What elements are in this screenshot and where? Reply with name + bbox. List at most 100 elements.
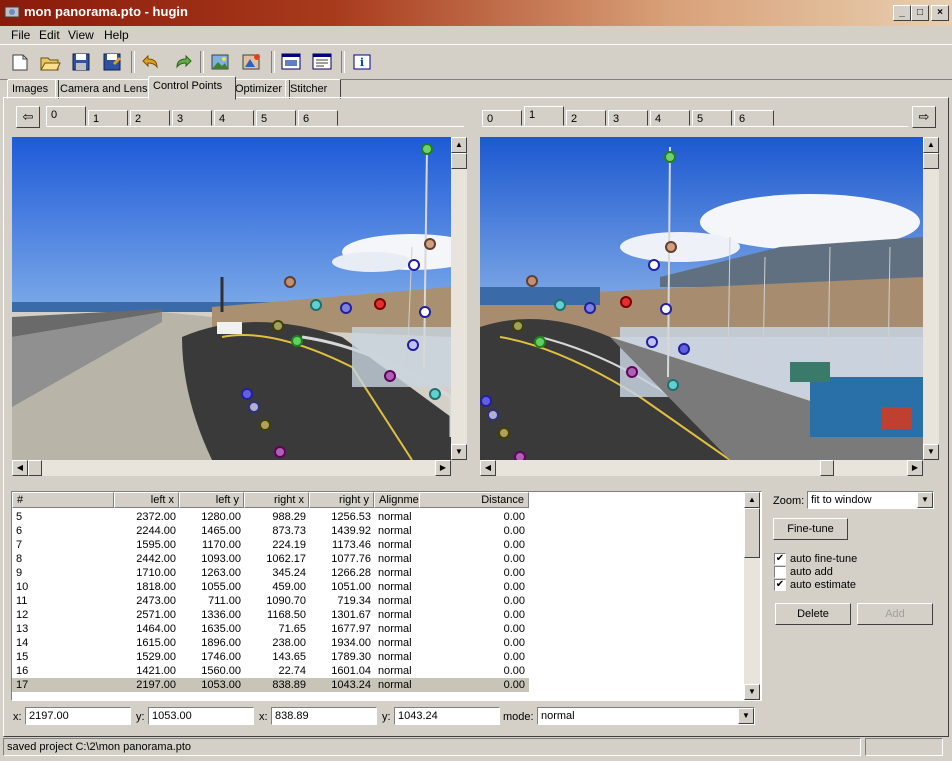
tab-images[interactable]: Images [7,79,59,99]
control-point-marker[interactable] [660,303,672,315]
left-image-tab-2[interactable]: 2 [130,110,170,126]
scrollbar-thumb[interactable] [744,508,760,558]
undo-icon[interactable] [141,51,163,73]
chevron-down-icon[interactable]: ▼ [738,708,754,724]
save-icon[interactable] [70,51,92,73]
fine-tune-button[interactable]: Fine-tune [773,518,848,540]
right-image-vertical-scrollbar[interactable]: ▲ ▼ [923,137,939,460]
column-header-left-y[interactable]: left y [179,492,244,508]
left-image-tab-3[interactable]: 3 [172,110,212,126]
scrollbar-thumb[interactable] [28,460,42,476]
control-point-marker[interactable] [340,302,352,314]
table-row[interactable]: 5 2372.00 1280.00 988.29 1256.53 normal 0.00 [12,510,529,524]
left-x-field[interactable]: 2197.00 [25,707,131,725]
scroll-right-icon[interactable]: ▶ [907,460,923,476]
scrollbar-thumb[interactable] [923,153,939,169]
control-point-marker[interactable] [429,388,441,400]
table-row[interactable]: 14 1615.00 1896.00 238.00 1934.00 normal 0.00 [12,636,529,650]
control-point-marker[interactable] [374,298,386,310]
control-point-marker[interactable] [241,388,253,400]
table-row[interactable]: 15 1529.00 1746.00 143.65 1789.30 normal 0.00 [12,650,529,664]
mode-select[interactable]: normal [537,707,755,725]
scroll-up-icon[interactable]: ▲ [451,137,467,153]
table-vertical-scrollbar[interactable]: ▲ ▼ [744,492,760,700]
tab-optimizer[interactable]: Optimizer [230,79,290,99]
right-x-field[interactable]: 838.89 [271,707,377,725]
minimize-button[interactable]: _ [893,5,911,21]
control-point-marker[interactable] [487,409,499,421]
scrollbar-thumb[interactable] [451,153,467,169]
table-row[interactable]: 10 1818.00 1055.00 459.00 1051.00 normal 0.00 [12,580,529,594]
redo-icon[interactable] [171,51,193,73]
control-point-marker[interactable] [664,151,676,163]
table-row[interactable]: 8 2442.00 1093.00 1062.17 1077.76 normal 0.00 [12,552,529,566]
auto-estimate-checkbox[interactable]: ✔ [774,579,786,591]
table-row[interactable]: 17 2197.00 1053.00 838.89 1043.24 normal 0.00 [12,678,529,692]
left-image-tab-6[interactable]: 6 [298,110,338,126]
close-button[interactable]: × [931,5,949,21]
table-row[interactable]: 9 1710.00 1263.00 345.24 1266.28 normal 0.00 [12,566,529,580]
control-point-marker[interactable] [584,302,596,314]
right-image-tab-5[interactable]: 5 [692,110,732,126]
tab-stitcher[interactable]: Stitcher [285,79,341,99]
table-row[interactable]: 7 1595.00 1170.00 224.19 1173.46 normal 0.00 [12,538,529,552]
properties-icon[interactable] [311,51,333,73]
control-point-marker[interactable] [274,446,286,458]
table-row[interactable]: 6 2244.00 1465.00 873.73 1439.92 normal 0.00 [12,524,529,538]
menu-file[interactable]: File [11,28,30,42]
control-point-marker[interactable] [648,259,660,271]
right-image-horizontal-scrollbar[interactable]: ◀ ▶ [480,460,923,476]
right-image-view[interactable] [480,137,923,460]
zoom-select[interactable]: fit to window [807,491,934,509]
tab-camera-and-lens[interactable]: Camera and Lens [55,79,153,99]
open-icon[interactable] [39,51,61,73]
column-header-right-x[interactable]: right x [244,492,309,508]
control-point-marker[interactable] [284,276,296,288]
new-icon[interactable] [9,51,31,73]
about-icon[interactable]: i [351,51,373,73]
control-points-table[interactable]: # left x left x left y right x right y A… [11,491,762,701]
auto-fine-tune-checkbox[interactable]: ✔ [774,553,786,565]
control-point-marker[interactable] [620,296,632,308]
left-y-field[interactable]: 1053.00 [148,707,254,725]
right-y-field[interactable]: 1043.24 [394,707,500,725]
save-as-icon[interactable] [101,51,123,73]
scrollbar-thumb[interactable] [820,460,834,476]
scroll-up-icon[interactable]: ▲ [744,492,760,508]
control-point-marker[interactable] [272,320,284,332]
menu-edit[interactable]: Edit [39,28,60,42]
menu-view[interactable]: View [68,28,94,42]
control-point-marker[interactable] [678,343,690,355]
column-header-distance[interactable]: Distance [419,492,529,508]
control-point-marker[interactable] [248,401,260,413]
control-point-marker[interactable] [554,299,566,311]
control-point-marker[interactable] [424,238,436,250]
control-point-marker[interactable] [667,379,679,391]
right-image-tab-6[interactable]: 6 [734,110,774,126]
control-point-marker[interactable] [407,339,419,351]
column-header-left-x[interactable]: left x [114,492,179,508]
right-image-tab-4[interactable]: 4 [650,110,690,126]
control-point-marker[interactable] [291,335,303,347]
maximize-button[interactable]: □ [911,5,929,21]
right-image-tab-2[interactable]: 2 [566,110,606,126]
column-header-number[interactable]: # [12,492,114,508]
control-point-marker[interactable] [534,336,546,348]
right-image-tab-3[interactable]: 3 [608,110,648,126]
control-point-marker[interactable] [421,143,433,155]
control-point-marker[interactable] [514,451,526,460]
scroll-left-icon[interactable]: ◀ [480,460,496,476]
scroll-down-icon[interactable]: ▼ [923,444,939,460]
previous-image-button[interactable]: ⇦ [16,106,40,128]
control-point-marker[interactable] [646,336,658,348]
chevron-down-icon[interactable]: ▼ [917,492,933,508]
scroll-down-icon[interactable]: ▼ [451,444,467,460]
scroll-right-icon[interactable]: ▶ [435,460,451,476]
delete-button[interactable]: Delete [775,603,851,625]
table-row[interactable]: 11 2473.00 711.00 1090.70 719.34 normal 0.00 [12,594,529,608]
right-image-tab-0[interactable]: 0 [482,110,522,126]
control-point-marker[interactable] [310,299,322,311]
title-bar[interactable]: mon panorama.pto - hugin _ □ × [0,0,952,26]
control-point-marker[interactable] [665,241,677,253]
left-image-horizontal-scrollbar[interactable]: ◀ ▶ [12,460,451,476]
